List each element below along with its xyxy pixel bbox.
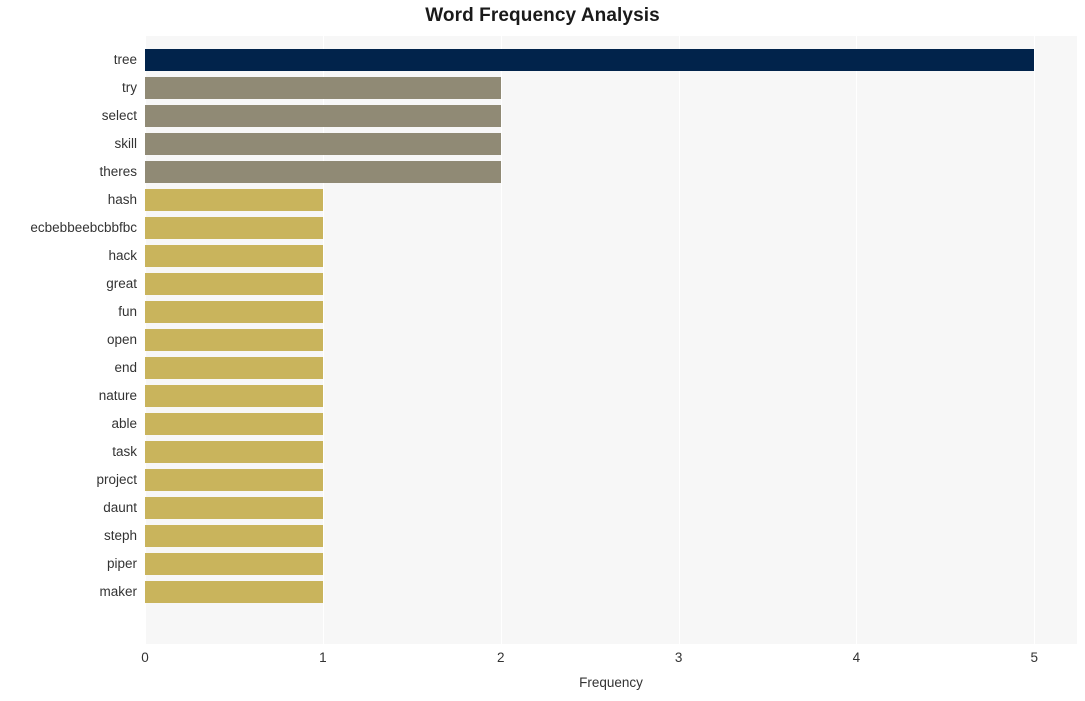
bar[interactable] <box>145 245 323 268</box>
bar-row <box>145 186 1077 214</box>
x-axis-tick-label: 2 <box>496 650 505 665</box>
y-axis-tick-label: open <box>106 332 137 347</box>
bar[interactable] <box>145 329 323 351</box>
chart-figure: Word Frequency Analysis tree try select ski… <box>0 0 1085 701</box>
bar[interactable] <box>145 496 323 519</box>
bar-row <box>145 466 1077 494</box>
y-axis-tick-label: piper <box>106 555 137 571</box>
bar-row <box>145 74 1077 102</box>
y-axis-tick-label: try <box>122 80 137 96</box>
y-axis-tick-label: task <box>112 443 137 459</box>
bar[interactable] <box>145 49 1035 72</box>
bar-row <box>145 270 1077 298</box>
y-axis-tick-label: end <box>114 359 137 375</box>
bar-row <box>145 158 1077 186</box>
bar-row <box>145 242 1077 270</box>
y-axis-tick-label: tree <box>113 52 137 68</box>
bar[interactable] <box>145 273 323 295</box>
y-axis-tick-label: nature <box>98 387 137 403</box>
bar[interactable] <box>145 77 501 100</box>
bar[interactable] <box>145 105 501 128</box>
bar[interactable] <box>145 133 501 156</box>
y-axis-tick-label: steph <box>103 527 137 543</box>
y-axis-tick-label: theres <box>99 164 137 180</box>
bar[interactable] <box>145 440 323 463</box>
y-axis-tick-label: maker <box>99 583 137 599</box>
bar-row <box>145 326 1077 354</box>
bar[interactable] <box>145 301 323 323</box>
x-axis-tick-labels: 0 1 2 3 4 5 <box>0 650 1085 672</box>
y-axis-tick-label: select <box>101 108 137 124</box>
bar[interactable] <box>145 580 323 603</box>
y-axis-tick-label: daunt <box>103 499 137 515</box>
x-axis-tick-label: 5 <box>1030 650 1039 665</box>
y-axis-tick-label: great <box>106 276 137 291</box>
x-axis-tick-label: 1 <box>319 650 327 665</box>
bar-row <box>145 522 1077 550</box>
x-axis-tick-label: 4 <box>852 650 861 665</box>
bar[interactable] <box>145 356 323 379</box>
y-axis-tick-label: fun <box>118 304 137 319</box>
bar-row <box>145 494 1077 522</box>
bar-row <box>145 46 1077 74</box>
y-axis-tick-labels: tree try select skill theres hash ecbebbeebcbb… <box>0 36 137 644</box>
bar[interactable] <box>145 552 323 575</box>
bar-row <box>145 550 1077 578</box>
y-axis-tick-label: able <box>111 415 137 431</box>
bar-row <box>145 298 1077 326</box>
y-axis-tick-label: ecbebbeebcbbfbc <box>30 220 137 236</box>
x-axis-title: Frequency <box>579 675 643 690</box>
bar[interactable] <box>145 189 323 212</box>
bar-row <box>145 354 1077 382</box>
y-axis-tick-label: hash <box>107 192 137 208</box>
bar-row <box>145 438 1077 466</box>
bar-row <box>145 130 1077 158</box>
bar[interactable] <box>145 524 323 547</box>
bar[interactable] <box>145 468 323 491</box>
x-axis-tick-label: 3 <box>674 650 683 665</box>
plot-area <box>145 36 1077 644</box>
y-axis-tick-label: hack <box>108 248 137 264</box>
bar-row <box>145 382 1077 410</box>
bar[interactable] <box>145 217 323 240</box>
y-axis-tick-label: project <box>96 471 137 487</box>
bar[interactable] <box>145 384 323 407</box>
bar-row <box>145 214 1077 242</box>
x-axis-tick-label: 0 <box>141 650 149 665</box>
y-axis-tick-label: skill <box>114 136 138 152</box>
page-title: Word Frequency Analysis <box>425 5 660 26</box>
bar[interactable] <box>145 161 501 184</box>
bar-row <box>145 102 1077 130</box>
bar[interactable] <box>145 412 323 435</box>
bar-row <box>145 578 1077 606</box>
bar-row <box>145 410 1077 438</box>
